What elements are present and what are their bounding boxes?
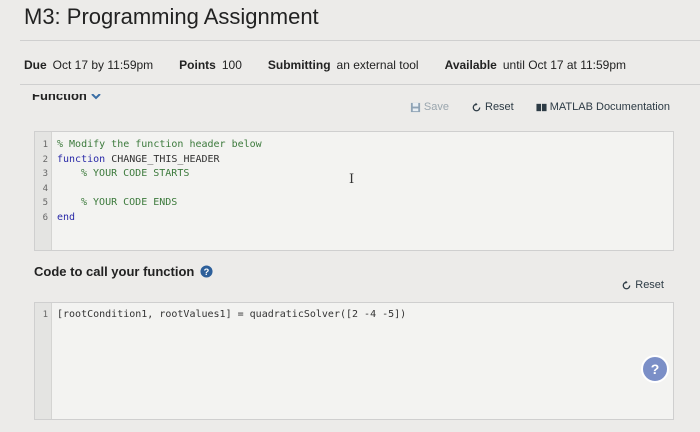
code-line: 2 function CHANGE_THIS_HEADER xyxy=(42,153,220,165)
available-group: Available until Oct 17 at 11:59pm xyxy=(445,58,626,72)
help-button[interactable]: ? xyxy=(641,355,669,383)
available-value: until Oct 17 at 11:59pm xyxy=(502,58,627,72)
call-code-editor[interactable]: 1 [rootCondition1, rootValues1] = quadrat… xyxy=(34,302,674,420)
reset-button[interactable]: Reset xyxy=(471,101,514,113)
reset-icon xyxy=(622,280,631,289)
save-icon xyxy=(410,102,421,112)
points-value: 100 xyxy=(221,58,242,72)
code-text: % YOUR CODE STARTS xyxy=(81,168,190,179)
points-label: Points xyxy=(179,58,216,72)
chevron-down-icon xyxy=(91,94,101,99)
save-button[interactable]: Save xyxy=(410,101,449,113)
call-section-label: Code to call your function xyxy=(34,264,195,279)
due-label: Due xyxy=(24,58,47,72)
submitting-group: Submitting an external tool xyxy=(268,58,419,72)
due-value: Oct 17 by 11:59pm xyxy=(52,58,154,72)
help-icon[interactable]: ? xyxy=(200,265,213,278)
code-lines: 1 [rootCondition1, rootValues1] = quadrat… xyxy=(35,308,673,323)
code-text: CHANGE_THIS_HEADER xyxy=(105,153,220,165)
matlab-docs-link[interactable]: MATLAB Documentation xyxy=(536,101,670,113)
function-code-editor[interactable]: 1% Modify the function header below 2 fun… xyxy=(34,131,674,251)
function-section-label: Function xyxy=(32,88,87,103)
code-line: 1 [rootCondition1, rootValues1] = quadrat… xyxy=(35,308,673,323)
editor-toolbar: Save Reset MATLAB Documentation xyxy=(388,101,670,113)
code-line: 1% Modify the function header below xyxy=(42,139,262,150)
svg-text:?: ? xyxy=(204,267,210,277)
code-text: [rootCondition1, rootValues1] = quadrati… xyxy=(57,309,407,320)
code-line: 6 end xyxy=(42,211,76,223)
available-label: Available xyxy=(444,58,497,72)
submitting-value: an external tool xyxy=(336,58,419,72)
call-section-heading: Code to call your function ? xyxy=(34,264,213,279)
meta-divider xyxy=(20,84,700,85)
docs-label: MATLAB Documentation xyxy=(549,101,670,113)
due-group: Due Oct 17 by 11:59pm xyxy=(24,58,153,72)
submitting-label: Submitting xyxy=(267,58,331,72)
keyword-text: function xyxy=(57,153,106,165)
title-divider xyxy=(20,40,700,41)
call-reset-button[interactable]: Reset xyxy=(621,279,664,291)
call-reset-label: Reset xyxy=(635,279,664,291)
code-text: % YOUR CODE ENDS xyxy=(81,197,178,208)
points-group: Points 100 xyxy=(179,58,242,72)
code-text: % Modify the function header below xyxy=(57,139,262,150)
keyword-text: end xyxy=(57,211,76,223)
page-title: M3: Programming Assignment xyxy=(24,4,319,29)
reset-label: Reset xyxy=(485,101,514,113)
reset-icon xyxy=(472,102,481,111)
text-cursor-icon: I xyxy=(349,172,355,187)
assignment-meta: Due Oct 17 by 11:59pm Points 100 Submitt… xyxy=(24,58,690,72)
book-icon xyxy=(536,103,547,111)
function-section-toggle[interactable]: Function xyxy=(32,88,101,103)
code-line: 5% YOUR CODE ENDS xyxy=(42,197,178,208)
save-label: Save xyxy=(423,101,449,113)
